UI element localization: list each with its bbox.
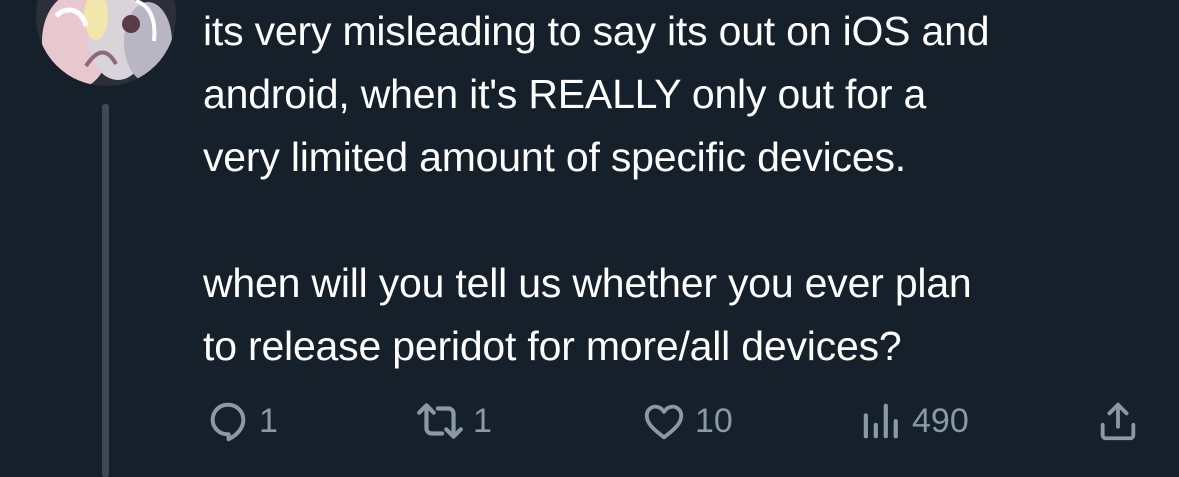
reply-count: 1 xyxy=(259,401,278,440)
repost-icon xyxy=(415,398,465,444)
share-button[interactable] xyxy=(1095,396,1141,446)
views-count: 490 xyxy=(912,401,969,440)
reply-icon xyxy=(205,398,251,444)
tweet-paragraph-1: its very misleading to say its out on iO… xyxy=(203,8,990,180)
views-chart-icon xyxy=(858,398,904,444)
tweet-paragraph-2: when will you tell us whether you ever p… xyxy=(203,260,972,369)
like-count: 10 xyxy=(695,401,733,440)
like-button[interactable]: 10 xyxy=(641,396,733,446)
repost-button[interactable]: 1 xyxy=(415,396,492,446)
heart-icon xyxy=(641,398,687,444)
repost-count: 1 xyxy=(473,401,492,440)
share-icon xyxy=(1095,398,1141,444)
views-button[interactable]: 490 xyxy=(858,396,969,446)
tweet-actions-bar: 1 1 10 490 xyxy=(0,396,1179,446)
avatar[interactable] xyxy=(36,0,176,86)
tweet-text: its very misleading to say its out on iO… xyxy=(203,0,1153,378)
reply-button[interactable]: 1 xyxy=(205,396,278,446)
